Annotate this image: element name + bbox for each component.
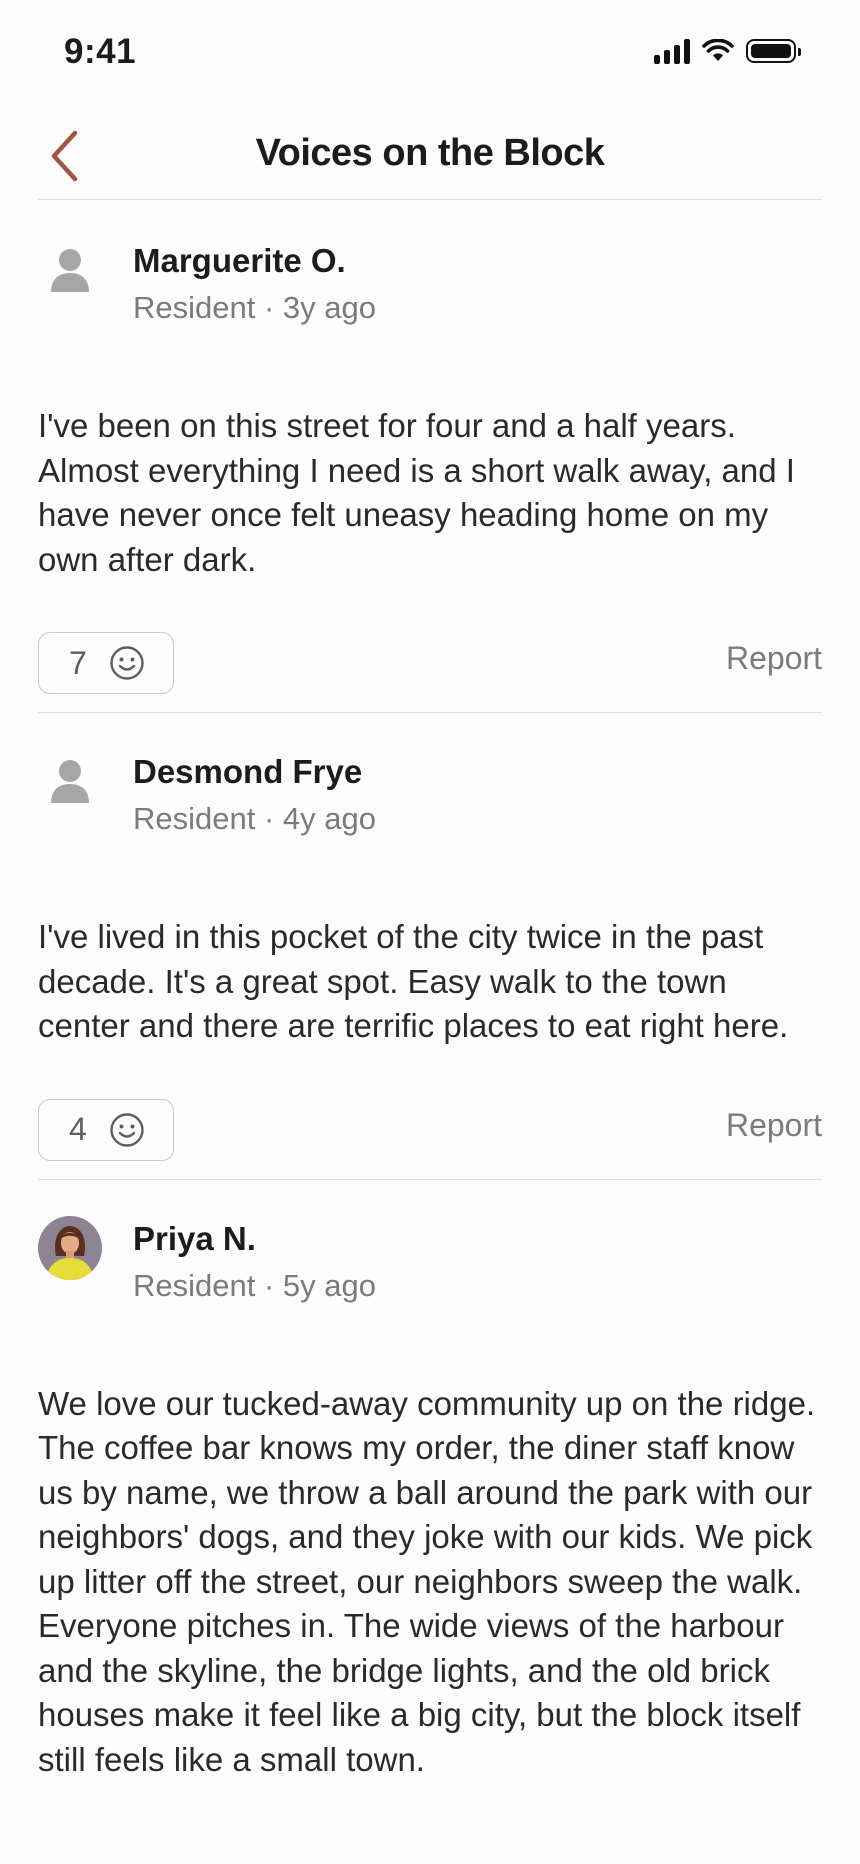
status-time: 9:41 (64, 32, 137, 71)
profile-photo (38, 1215, 102, 1280)
review-actions: 7 Report (38, 582, 822, 712)
review-meta: Resident · 4y ago (133, 801, 376, 836)
person-placeholder-icon (51, 760, 89, 803)
review-list: Marguerite O. Resident · 3y ago I've bee… (38, 202, 822, 1782)
review-text: We love our tucked-away community up on … (38, 1384, 816, 1778)
review-meta: Resident · 3y ago (133, 290, 376, 325)
status-icons (654, 38, 801, 64)
avatar (38, 238, 102, 302)
divider (38, 198, 822, 200)
battery-icon (746, 39, 801, 63)
report-link[interactable]: Report (726, 640, 822, 677)
review-card: Desmond Frye Resident · 4y ago I've live… (38, 713, 822, 1180)
report-link[interactable]: Report (726, 1107, 822, 1144)
review-card: Marguerite O. Resident · 3y ago I've bee… (38, 202, 822, 713)
page-title: Voices on the Block (255, 132, 605, 174)
screen: 9:41 Voices on the Block Marguerite O. R… (0, 0, 860, 1864)
reaction-count: 4 (69, 1111, 87, 1147)
review-author: Priya N. (133, 1219, 256, 1257)
status-bar: 9:41 (0, 0, 860, 110)
review-card: Priya N. Resident · 5y ago We love our t… (38, 1180, 822, 1783)
review-actions: 4 Report (38, 1049, 822, 1179)
cellular-signal-icon (654, 38, 690, 64)
reaction-count: 7 (69, 644, 87, 681)
review-header: Marguerite O. Resident · 3y ago (38, 202, 822, 325)
smiley-icon (110, 646, 144, 680)
review-author: Desmond Frye (133, 753, 363, 790)
reaction-button[interactable]: 4 (38, 1098, 174, 1161)
smiley-icon (110, 1112, 144, 1147)
navigation-bar: Voices on the Block (0, 110, 860, 200)
avatar (38, 749, 102, 813)
review-header: Desmond Frye Resident · 4y ago (38, 713, 822, 836)
avatar (38, 1215, 102, 1280)
review-text: I've lived in this pocket of the city tw… (38, 918, 789, 1044)
wifi-icon (702, 39, 734, 61)
review-text: I've been on this street for four and a … (38, 407, 795, 578)
person-placeholder-icon (51, 249, 89, 292)
reaction-button[interactable]: 7 (38, 632, 174, 694)
review-meta: Resident · 5y ago (133, 1267, 376, 1303)
review-header: Priya N. Resident · 5y ago (38, 1180, 822, 1303)
review-author: Marguerite O. (133, 242, 346, 279)
